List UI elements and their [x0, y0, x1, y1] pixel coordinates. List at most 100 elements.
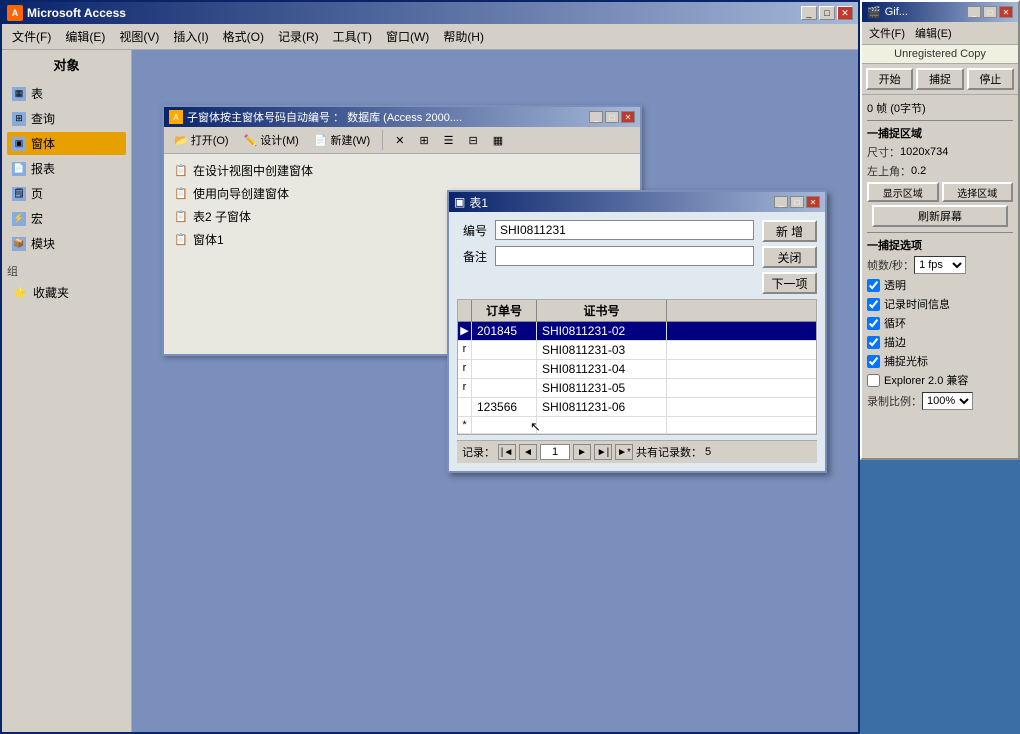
- menu-help[interactable]: 帮助(H): [437, 26, 490, 47]
- table-row[interactable]: r SHI0811231-03: [458, 341, 816, 360]
- stop-button[interactable]: 停止: [967, 68, 1014, 90]
- table-row[interactable]: r SHI0811231-05: [458, 379, 816, 398]
- db-delete-button[interactable]: ✕: [389, 131, 410, 150]
- gif-minimize-button[interactable]: _: [967, 6, 981, 18]
- favorites-icon: ⭐: [12, 285, 28, 301]
- db-list-label-form1: 窗体1: [193, 231, 224, 248]
- grid-header: 订单号 证书号: [458, 300, 816, 322]
- show-area-button[interactable]: 显示区域: [867, 182, 939, 202]
- form-row-beizhu: 备注: [457, 246, 754, 266]
- menu-view[interactable]: 视图(V): [113, 26, 165, 47]
- sidebar-item-query[interactable]: ⊞ 查询: [7, 107, 126, 130]
- table-row[interactable]: 123566 SHI0811231-06: [458, 398, 816, 417]
- sidebar-item-module[interactable]: 📦 模块: [7, 232, 126, 255]
- record-time-checkbox[interactable]: [867, 298, 880, 311]
- db-new-button[interactable]: 📄 新建(W): [308, 129, 376, 151]
- row1-col1: 201845: [472, 322, 537, 340]
- db-icon: A: [169, 110, 183, 124]
- sidebar-item-page[interactable]: 🗒 页: [7, 182, 126, 205]
- transparent-checkbox[interactable]: [867, 279, 880, 292]
- new-record-button[interactable]: ►*: [615, 444, 633, 460]
- db-close-button[interactable]: ✕: [621, 111, 635, 123]
- transparent-row: 透明: [867, 277, 1013, 293]
- gif-menu-bar: 文件(F) 编辑(E): [862, 22, 1018, 45]
- border-checkbox[interactable]: [867, 336, 880, 349]
- fps-select[interactable]: 1 fps 5 fps 10 fps: [914, 256, 966, 274]
- beizhu-input[interactable]: [495, 246, 754, 266]
- table-row[interactable]: ▶ 201845 SHI0811231-02: [458, 322, 816, 341]
- form-minimize-button[interactable]: _: [774, 196, 788, 208]
- db-tool5[interactable]: ▦: [487, 131, 509, 150]
- table-row-new[interactable]: * ↖: [458, 417, 816, 434]
- gif-maximize-button[interactable]: □: [983, 6, 997, 18]
- menu-tools[interactable]: 工具(T): [327, 26, 378, 47]
- next-record-button[interactable]: ►: [573, 444, 591, 460]
- minimize-button[interactable]: _: [801, 6, 817, 20]
- nav-label-macro: 宏: [31, 210, 43, 227]
- db-title-bar: A 子窗体按主窗体号码自动编号 ： 数据库 (Access 2000.... _…: [164, 107, 640, 127]
- db-design-button[interactable]: ✏️ 设计(M): [238, 129, 305, 151]
- db-design-icon: ✏️: [244, 134, 258, 147]
- db-design-label: 设计(M): [260, 132, 299, 148]
- current-record-input[interactable]: [540, 444, 570, 460]
- gif-close-button[interactable]: ✕: [999, 6, 1013, 18]
- menu-record[interactable]: 记录(R): [272, 26, 325, 47]
- form-maximize-button[interactable]: □: [790, 196, 804, 208]
- content-area: 对象 ▦ 表 ⊞ 查询 ▣ 窗体 📄 报表 🗒: [2, 50, 858, 732]
- start-button[interactable]: 开始: [866, 68, 913, 90]
- menu-file[interactable]: 文件(F): [6, 26, 57, 47]
- menu-insert[interactable]: 插入(I): [167, 26, 214, 47]
- close-button[interactable]: ✕: [837, 6, 853, 20]
- db-maximize-button[interactable]: □: [605, 111, 619, 123]
- form-title-left: ▣ 表1: [454, 194, 488, 211]
- table-row[interactable]: r SHI0811231-04: [458, 360, 816, 379]
- topleft-row: 左上角： 0.2: [867, 163, 1013, 179]
- db-tool4[interactable]: ⊟: [463, 131, 484, 150]
- new-button[interactable]: 新 增: [762, 220, 817, 242]
- sidebar-item-table[interactable]: ▦ 表: [7, 82, 126, 105]
- form-title-text: 表1: [469, 194, 488, 211]
- sidebar-item-report[interactable]: 📄 报表: [7, 157, 126, 180]
- db-tool2[interactable]: ⊞: [413, 131, 434, 150]
- cursor-label: 捕捉光标: [884, 353, 928, 369]
- last-record-button[interactable]: ►|: [594, 444, 612, 460]
- capture-button[interactable]: 捕捉: [916, 68, 963, 90]
- form-close-button[interactable]: ✕: [806, 196, 820, 208]
- next-button[interactable]: 下一项: [762, 272, 817, 294]
- bianhao-input[interactable]: [495, 220, 754, 240]
- db-minimize-button[interactable]: _: [589, 111, 603, 123]
- menu-window[interactable]: 窗口(W): [380, 26, 435, 47]
- menu-edit[interactable]: 编辑(E): [59, 26, 111, 47]
- scale-select[interactable]: 100% 75% 50%: [922, 392, 973, 410]
- title-bar-buttons: _ □ ✕: [801, 6, 853, 20]
- db-open-button[interactable]: 📂 打开(O): [168, 129, 235, 151]
- border-label: 描边: [884, 334, 906, 350]
- explorer-checkbox[interactable]: [867, 374, 880, 387]
- refresh-button[interactable]: 刷新屏幕: [872, 205, 1008, 227]
- cursor-checkbox[interactable]: [867, 355, 880, 368]
- select-area-button[interactable]: 选择区域: [942, 182, 1014, 202]
- first-record-button[interactable]: |◄: [498, 444, 516, 460]
- db-tool3[interactable]: ☰: [438, 131, 460, 150]
- maximize-button[interactable]: □: [819, 6, 835, 20]
- row-marker-1: ▶: [458, 322, 472, 340]
- grid-header-col1: 订单号: [472, 300, 537, 321]
- fps-label: 帧数/秒：: [867, 257, 914, 273]
- gif-menu-edit[interactable]: 编辑(E): [912, 24, 955, 42]
- loop-checkbox[interactable]: [867, 317, 880, 330]
- page-icon: 🗒: [12, 187, 26, 201]
- prev-record-button[interactable]: ◄: [519, 444, 537, 460]
- gif-title-text: Gif...: [885, 6, 908, 18]
- scale-label: 录制比例：: [867, 393, 922, 409]
- menu-format[interactable]: 格式(O): [217, 26, 270, 47]
- sidebar-item-favorites[interactable]: ⭐ 收藏夹: [7, 281, 126, 304]
- nav-group-label: 组: [7, 263, 126, 279]
- row5-col1: 123566: [472, 398, 537, 416]
- db-list-item-create-design[interactable]: 📋 在设计视图中创建窗体: [169, 159, 635, 182]
- sidebar-item-macro[interactable]: ⚡ 宏: [7, 207, 126, 230]
- transparent-label: 透明: [884, 277, 906, 293]
- row3-col2: SHI0811231-04: [537, 360, 667, 378]
- sidebar-item-form[interactable]: ▣ 窗体: [7, 132, 126, 155]
- gif-menu-file[interactable]: 文件(F): [866, 24, 908, 42]
- close-form-button[interactable]: 关闭: [762, 246, 817, 268]
